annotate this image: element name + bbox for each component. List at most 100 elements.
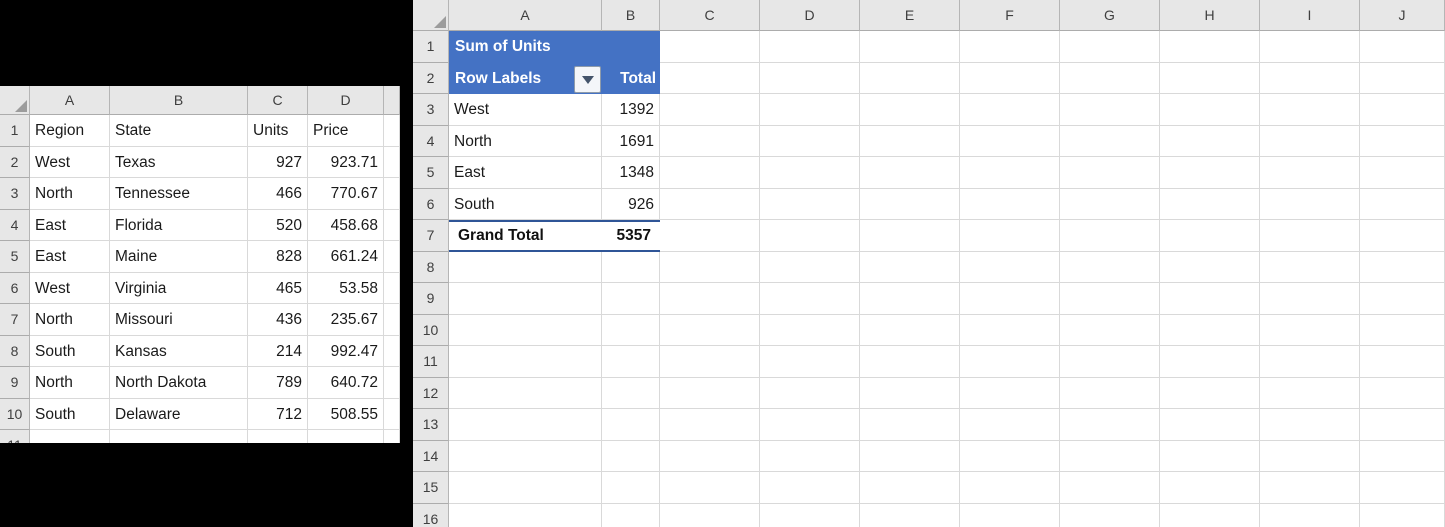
right-sheet-cell[interactable] xyxy=(1360,441,1445,473)
left-sheet-row-header[interactable]: 8 xyxy=(0,336,30,368)
left-sheet-title-cell[interactable]: Price xyxy=(308,115,384,147)
left-sheet-data-cell[interactable]: Kansas xyxy=(110,336,248,368)
right-sheet-cell[interactable] xyxy=(760,220,860,252)
left-sheet-row-header[interactable]: 9 xyxy=(0,367,30,399)
left-sheet-cell[interactable] xyxy=(384,399,400,431)
right-sheet-cell[interactable] xyxy=(760,346,860,378)
left-sheet-column-header[interactable]: D xyxy=(308,86,384,115)
right-sheet-row-header[interactable]: 3 xyxy=(413,94,449,126)
right-sheet-cell[interactable] xyxy=(1160,346,1260,378)
right-sheet-column-header[interactable]: J xyxy=(1360,0,1445,31)
right-sheet-row-header[interactable]: 14 xyxy=(413,441,449,473)
right-sheet-cell[interactable] xyxy=(449,315,602,347)
right-sheet-row-header[interactable]: 9 xyxy=(413,283,449,315)
left-sheet-row-header[interactable]: 7 xyxy=(0,304,30,336)
pivot-row-value[interactable]: 1348 xyxy=(602,157,660,189)
right-sheet-cell[interactable] xyxy=(1260,472,1360,504)
right-sheet-cell[interactable] xyxy=(1360,63,1445,95)
right-sheet-cell[interactable] xyxy=(1260,31,1360,63)
right-sheet-cell[interactable] xyxy=(1060,31,1160,63)
right-sheet-row-header[interactable]: 5 xyxy=(413,157,449,189)
left-sheet-data-cell[interactable]: 436 xyxy=(248,304,308,336)
right-sheet-cell[interactable] xyxy=(860,409,960,441)
right-sheet-row-header[interactable]: 11 xyxy=(413,346,449,378)
left-sheet-cell[interactable] xyxy=(384,241,400,273)
right-sheet-cell[interactable] xyxy=(860,157,960,189)
right-sheet-cell[interactable] xyxy=(1160,157,1260,189)
right-sheet-column-header[interactable]: F xyxy=(960,0,1060,31)
pivot-row-label[interactable]: North xyxy=(449,126,602,158)
right-sheet-cell[interactable] xyxy=(1360,94,1445,126)
left-sheet-cell[interactable] xyxy=(308,430,384,443)
right-sheet-cell[interactable] xyxy=(760,63,860,95)
right-sheet-cell[interactable] xyxy=(660,94,760,126)
right-sheet-cell[interactable] xyxy=(1360,31,1445,63)
right-sheet-cell[interactable] xyxy=(1160,409,1260,441)
right-sheet-cell[interactable] xyxy=(1160,252,1260,284)
right-sheet-cell[interactable] xyxy=(1060,441,1160,473)
right-sheet-column-header[interactable]: G xyxy=(1060,0,1160,31)
right-sheet-cell[interactable] xyxy=(860,441,960,473)
right-sheet-cell[interactable] xyxy=(449,441,602,473)
right-sheet-cell[interactable] xyxy=(1360,346,1445,378)
right-sheet-cell[interactable] xyxy=(960,220,1060,252)
left-sheet-data-cell[interactable]: Delaware xyxy=(110,399,248,431)
left-sheet-column-header[interactable] xyxy=(384,86,400,115)
right-sheet-cell[interactable] xyxy=(1260,409,1360,441)
right-sheet-cell[interactable] xyxy=(760,189,860,221)
left-sheet-data-cell[interactable]: 789 xyxy=(248,367,308,399)
right-sheet-cell[interactable] xyxy=(1060,346,1160,378)
right-sheet-cell[interactable] xyxy=(860,63,960,95)
right-sheet-cell[interactable] xyxy=(1360,504,1445,527)
left-sheet-select-all-corner[interactable] xyxy=(0,86,30,115)
right-sheet-cell[interactable] xyxy=(660,220,760,252)
pivot-row-label[interactable]: West xyxy=(449,94,602,126)
right-sheet-cell[interactable] xyxy=(1260,378,1360,410)
right-sheet-cell[interactable] xyxy=(1060,220,1160,252)
pivot-total-header[interactable]: Total xyxy=(602,63,656,95)
right-sheet-select-all-corner[interactable] xyxy=(413,0,449,31)
right-sheet-column-header[interactable]: H xyxy=(1160,0,1260,31)
right-sheet-cell[interactable] xyxy=(1160,504,1260,527)
left-sheet-row-header[interactable]: 3 xyxy=(0,178,30,210)
pivot-row-value[interactable]: 1392 xyxy=(602,94,660,126)
right-sheet-cell[interactable] xyxy=(960,126,1060,158)
right-sheet-column-header[interactable]: A xyxy=(449,0,602,31)
right-sheet-cell[interactable] xyxy=(760,504,860,527)
right-sheet-cell[interactable] xyxy=(860,472,960,504)
right-sheet-cell[interactable] xyxy=(1060,504,1160,527)
right-sheet-cell[interactable] xyxy=(1260,126,1360,158)
left-sheet-column-header[interactable]: B xyxy=(110,86,248,115)
right-sheet-cell[interactable] xyxy=(602,504,660,527)
right-sheet-cell[interactable] xyxy=(860,189,960,221)
right-sheet-column-header[interactable]: D xyxy=(760,0,860,31)
right-sheet-cell[interactable] xyxy=(1060,157,1160,189)
right-sheet-cell[interactable] xyxy=(760,31,860,63)
right-sheet-cell[interactable] xyxy=(660,283,760,315)
right-sheet-cell[interactable] xyxy=(660,63,760,95)
left-sheet-cell[interactable] xyxy=(110,430,248,443)
left-sheet-data-cell[interactable]: East xyxy=(30,210,110,242)
right-sheet-cell[interactable] xyxy=(760,94,860,126)
left-sheet-data-cell[interactable]: East xyxy=(30,241,110,273)
left-sheet-row-header[interactable]: 10 xyxy=(0,399,30,431)
left-sheet-data-cell[interactable]: West xyxy=(30,147,110,179)
right-sheet-cell[interactable] xyxy=(602,441,660,473)
right-sheet-cell[interactable] xyxy=(860,94,960,126)
left-sheet-data-cell[interactable]: 770.67 xyxy=(308,178,384,210)
right-sheet-cell[interactable] xyxy=(449,472,602,504)
right-sheet-row-header[interactable]: 12 xyxy=(413,378,449,410)
right-sheet-cell[interactable] xyxy=(1360,378,1445,410)
left-sheet-cell[interactable] xyxy=(384,430,400,443)
right-sheet-cell[interactable] xyxy=(602,283,660,315)
right-sheet-cell[interactable] xyxy=(1060,126,1160,158)
right-sheet-cell[interactable] xyxy=(760,283,860,315)
right-sheet-cell[interactable] xyxy=(660,504,760,527)
right-sheet-cell[interactable] xyxy=(1260,346,1360,378)
right-sheet-cell[interactable] xyxy=(760,315,860,347)
left-sheet-row-header[interactable]: 6 xyxy=(0,273,30,305)
right-sheet-cell[interactable] xyxy=(1260,283,1360,315)
left-sheet-title-cell[interactable]: State xyxy=(110,115,248,147)
right-sheet-cell[interactable] xyxy=(660,472,760,504)
left-sheet-data-cell[interactable]: 235.67 xyxy=(308,304,384,336)
